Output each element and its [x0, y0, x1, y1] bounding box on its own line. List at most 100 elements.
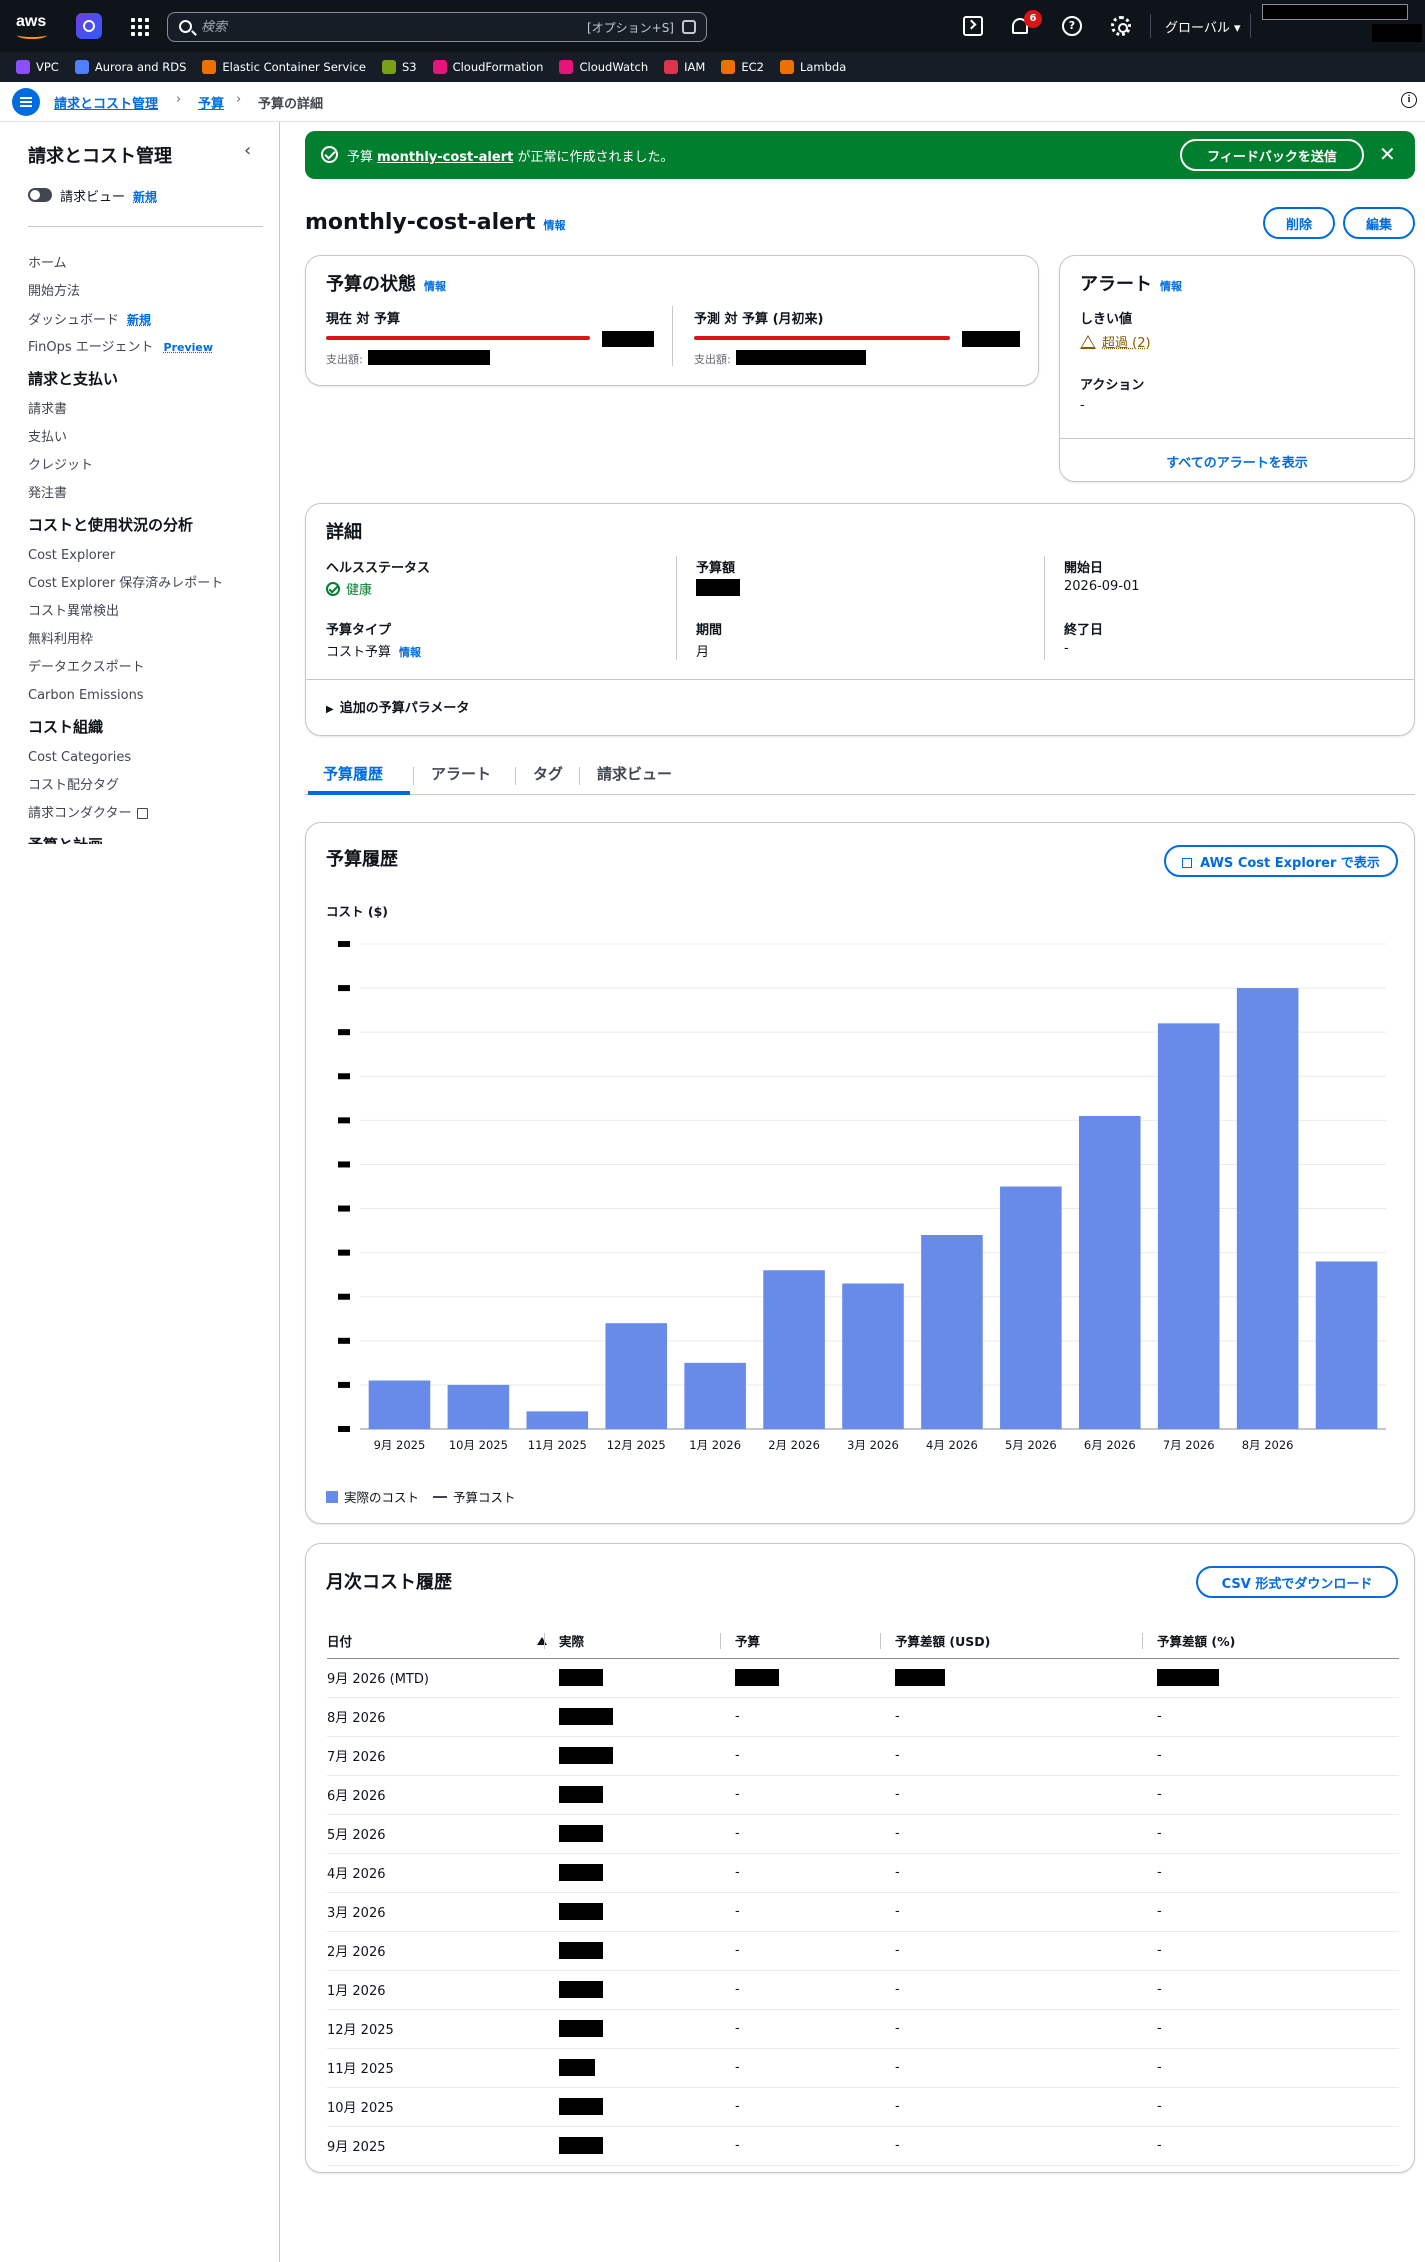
info-link[interactable]: 情報: [543, 219, 565, 232]
cell-diff-usd: -: [895, 2087, 1157, 2127]
bar[interactable]: [1236, 988, 1299, 1429]
favorite-ec2[interactable]: EC2: [721, 60, 764, 74]
bar[interactable]: [1078, 1115, 1141, 1429]
sidebar-section-heading: 予算と計画: [28, 828, 268, 844]
info-link[interactable]: 情報: [1160, 280, 1182, 293]
edit-button[interactable]: 編集: [1343, 207, 1415, 239]
search-input[interactable]: [201, 17, 541, 37]
aws-logo[interactable]: aws: [16, 13, 50, 39]
favorite-iam[interactable]: IAM: [664, 60, 705, 74]
table-row: 4月 2026- - -: [327, 1853, 1399, 1893]
sidebar-item[interactable]: データエクスポート: [28, 654, 268, 682]
breadcrumb-budgets[interactable]: 予算: [198, 93, 224, 112]
bar[interactable]: [684, 1362, 746, 1429]
bar[interactable]: [842, 1283, 904, 1430]
additional-parameters-expander[interactable]: ▶ 追加の予算パラメータ: [326, 697, 469, 716]
bar[interactable]: [1315, 1261, 1378, 1429]
top-navigation: aws [オプション+S] 6 ? グローバル ▾: [0, 0, 1425, 52]
y-tick-label-redacted: [338, 1117, 350, 1124]
amazon-q-icon[interactable]: [682, 20, 696, 34]
info-panel-icon[interactable]: i: [1401, 92, 1417, 108]
favorite-cloudwatch[interactable]: CloudWatch: [559, 60, 648, 74]
tab-divider: [413, 767, 414, 785]
cell-actual: [559, 2009, 735, 2049]
favorite-aurora-and-rds[interactable]: Aurora and RDS: [74, 60, 187, 74]
info-link[interactable]: 情報: [399, 646, 421, 659]
bar[interactable]: [447, 1384, 510, 1429]
help-icon[interactable]: ?: [1062, 16, 1082, 36]
sidebar-item[interactable]: Carbon Emissions: [28, 682, 268, 710]
bar[interactable]: [526, 1411, 589, 1429]
services-grid-icon[interactable]: [131, 18, 149, 36]
favorite-label: Aurora and RDS: [94, 60, 187, 74]
send-feedback-button[interactable]: フィードバックを送信: [1180, 139, 1364, 171]
bar[interactable]: [763, 1270, 825, 1429]
sidebar-item[interactable]: 開始方法: [28, 278, 268, 306]
sidebar-item[interactable]: 請求コンダクター: [28, 800, 268, 828]
sidebar-item[interactable]: 請求書: [28, 396, 268, 424]
tab-divider: [579, 767, 580, 785]
redacted-value: [559, 2098, 603, 2115]
sidebar-item[interactable]: 支払い: [28, 424, 268, 452]
breadcrumb-bar: 請求とコスト管理 › 予算 › 予算の詳細 i: [0, 82, 1425, 122]
table-row: 9月 2025- - -: [327, 2126, 1399, 2166]
sidebar-item[interactable]: FinOps エージェント Preview: [28, 334, 268, 362]
tab-alerts[interactable]: アラート: [431, 763, 491, 784]
tab-tags[interactable]: タグ: [533, 763, 563, 784]
collapse-sidebar-icon[interactable]: ‹: [244, 140, 251, 161]
bar[interactable]: [921, 1235, 983, 1429]
service-cube-icon[interactable]: [76, 13, 102, 39]
favorite-vpc[interactable]: VPC: [16, 60, 59, 74]
favorite-elastic-container-service[interactable]: Elastic Container Service: [202, 60, 366, 74]
sidebar-item[interactable]: コスト異常検出: [28, 598, 268, 626]
cell-date: 11月 2025: [327, 2048, 559, 2088]
sidebar-item[interactable]: ホーム: [28, 250, 268, 278]
cell-actual: [559, 2048, 735, 2088]
column-label: 予算: [735, 1634, 761, 1650]
legend-budget-label[interactable]: 予算コスト: [453, 1487, 516, 1506]
table-row: 7月 2026- - -: [327, 1736, 1399, 1776]
cell-date: 2月 2026: [327, 1931, 559, 1971]
flash-budget-link[interactable]: monthly-cost-alert: [377, 150, 513, 165]
tab-budget-history[interactable]: 予算履歴: [323, 763, 383, 784]
sidebar-item[interactable]: Cost Explorer: [28, 542, 268, 570]
side-navigation-toggle-button[interactable]: [12, 88, 40, 116]
bar[interactable]: [1000, 1186, 1062, 1430]
expander-label: 追加の予算パラメータ: [339, 701, 470, 716]
cell-diff-usd: -: [895, 2009, 1157, 2049]
favorite-cloudformation[interactable]: CloudFormation: [432, 60, 543, 74]
search-box[interactable]: [オプション+S]: [167, 12, 707, 42]
tab-billing-view[interactable]: 請求ビュー: [597, 763, 672, 784]
column-header-date[interactable]: 日付: [327, 1624, 559, 1659]
info-link[interactable]: 情報: [424, 280, 446, 293]
cloudshell-icon[interactable]: [963, 16, 983, 36]
breadcrumb-billing[interactable]: 請求とコスト管理: [54, 93, 158, 112]
favorite-lambda[interactable]: Lambda: [779, 60, 846, 74]
sort-ascending-icon[interactable]: [537, 1637, 547, 1645]
delete-button[interactable]: 削除: [1263, 207, 1335, 239]
bar[interactable]: [605, 1323, 668, 1429]
view-all-alerts-link[interactable]: すべてのアラートを表示: [1060, 452, 1414, 471]
sidebar-item[interactable]: コスト配分タグ: [28, 772, 268, 800]
sidebar-item[interactable]: クレジット: [28, 452, 268, 480]
sidebar-item[interactable]: Cost Categories: [28, 744, 268, 772]
sidebar-item[interactable]: 無料利用枠: [28, 626, 268, 654]
monthly-cost-table: 日付 実際 予算 予算差額 (USD) 予算差額 (%) 9月 2026 (MT…: [327, 1624, 1399, 2166]
download-csv-button[interactable]: CSV 形式でダウンロード: [1196, 1566, 1398, 1598]
legend-actual-label[interactable]: 実際のコスト: [344, 1487, 419, 1506]
sidebar-item[interactable]: Cost Explorer 保存済みレポート: [28, 570, 268, 598]
bar[interactable]: [1157, 1023, 1220, 1429]
settings-gear-icon[interactable]: [1111, 16, 1131, 36]
billing-view-toggle[interactable]: [28, 188, 52, 202]
account-menu-redacted[interactable]: [1262, 4, 1408, 20]
close-icon[interactable]: ✕: [1379, 143, 1396, 165]
health-status-value: 健康: [326, 579, 372, 598]
main-content: 予算 monthly-cost-alert が正常に作成されました。 フィードバ…: [280, 122, 1425, 2262]
redacted-value: [559, 2020, 603, 2037]
sidebar-item[interactable]: 発注書: [28, 480, 268, 508]
region-selector[interactable]: グローバル ▾: [1165, 17, 1241, 36]
threshold-exceeded-status[interactable]: 超過 (2): [1080, 332, 1151, 351]
bar[interactable]: [368, 1380, 431, 1430]
sidebar-item[interactable]: ダッシュボード 新規: [28, 306, 268, 334]
favorite-s3[interactable]: S3: [381, 60, 417, 74]
